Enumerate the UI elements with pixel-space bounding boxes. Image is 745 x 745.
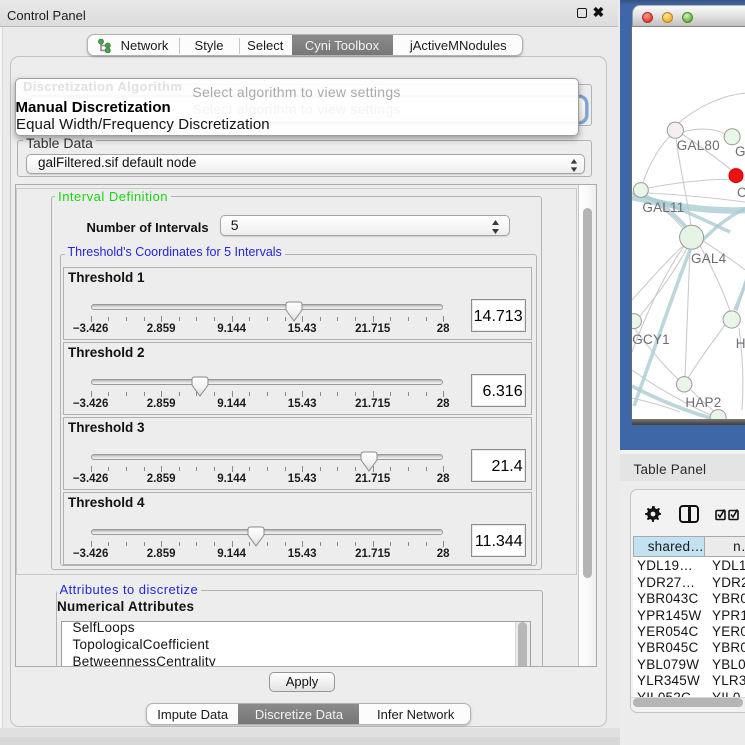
svg-text:GCY1: GCY1	[632, 332, 670, 347]
svg-text:C: C	[737, 185, 745, 200]
svg-text:GA: GA	[735, 144, 745, 159]
svg-text:H: H	[736, 336, 745, 351]
svg-text:GAL11: GAL11	[642, 200, 684, 215]
svg-text:HAP2: HAP2	[685, 395, 721, 410]
svg-text:GAL80: GAL80	[677, 138, 720, 153]
svg-text:GAL4: GAL4	[691, 251, 727, 266]
